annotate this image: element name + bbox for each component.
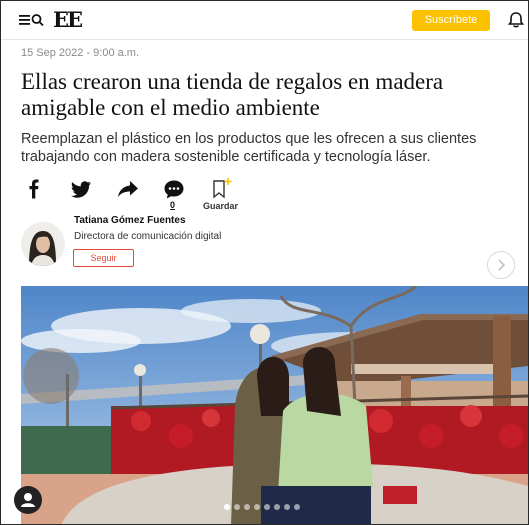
comments-icon — [164, 180, 184, 199]
user-icon — [21, 493, 35, 507]
bell-icon — [507, 12, 525, 28]
save-button[interactable] — [211, 177, 233, 199]
save-label: Guardar — [203, 201, 239, 211]
gallery-image[interactable] — [21, 286, 528, 524]
menu-search-button[interactable] — [19, 12, 45, 28]
user-account-button[interactable] — [14, 486, 42, 514]
notifications-button[interactable] — [507, 11, 525, 29]
gallery-dot[interactable] — [284, 504, 290, 510]
follow-button[interactable]: Seguir — [73, 249, 134, 267]
gallery-dot[interactable] — [224, 504, 230, 510]
share-button[interactable] — [117, 179, 139, 201]
article-photo — [21, 286, 528, 524]
site-logo[interactable]: EE — [53, 7, 83, 32]
subscribe-button[interactable]: Suscríbete — [412, 10, 490, 31]
share-icon — [118, 181, 138, 197]
twitter-icon — [71, 181, 91, 198]
site-header: EE Suscríbete — [1, 1, 528, 40]
bookmark-icon — [213, 178, 232, 199]
author-photo — [21, 222, 65, 266]
comments-button[interactable] — [163, 179, 185, 201]
author-name[interactable]: Tatiana Gómez Fuentes — [74, 215, 186, 226]
menu-icon — [19, 14, 44, 27]
author-role: Directora de comunicación digital — [74, 231, 222, 242]
gallery-dot[interactable] — [274, 504, 280, 510]
comments-count[interactable]: 0 — [170, 200, 175, 210]
article-subheadline: Reemplazan el plástico en los productos … — [21, 131, 477, 165]
author-avatar[interactable] — [21, 222, 65, 266]
next-author-button[interactable] — [487, 251, 515, 279]
gallery-dot[interactable] — [294, 504, 300, 510]
chevron-right-icon — [498, 259, 506, 271]
facebook-icon — [29, 179, 39, 199]
article-date: 15 Sep 2022 - 9:00 a.m. — [21, 47, 140, 59]
twitter-share-button[interactable] — [70, 179, 92, 201]
gallery-dot[interactable] — [264, 504, 270, 510]
page-frame: EE Suscríbete 15 Sep 2022 - 9:00 a.m. El… — [0, 0, 529, 525]
article-headline: Ellas crearon una tienda de regalos en m… — [21, 69, 444, 120]
facebook-share-button[interactable] — [26, 179, 42, 201]
gallery-dot[interactable] — [234, 504, 240, 510]
gallery-dot[interactable] — [244, 504, 250, 510]
gallery-dot[interactable] — [254, 504, 260, 510]
